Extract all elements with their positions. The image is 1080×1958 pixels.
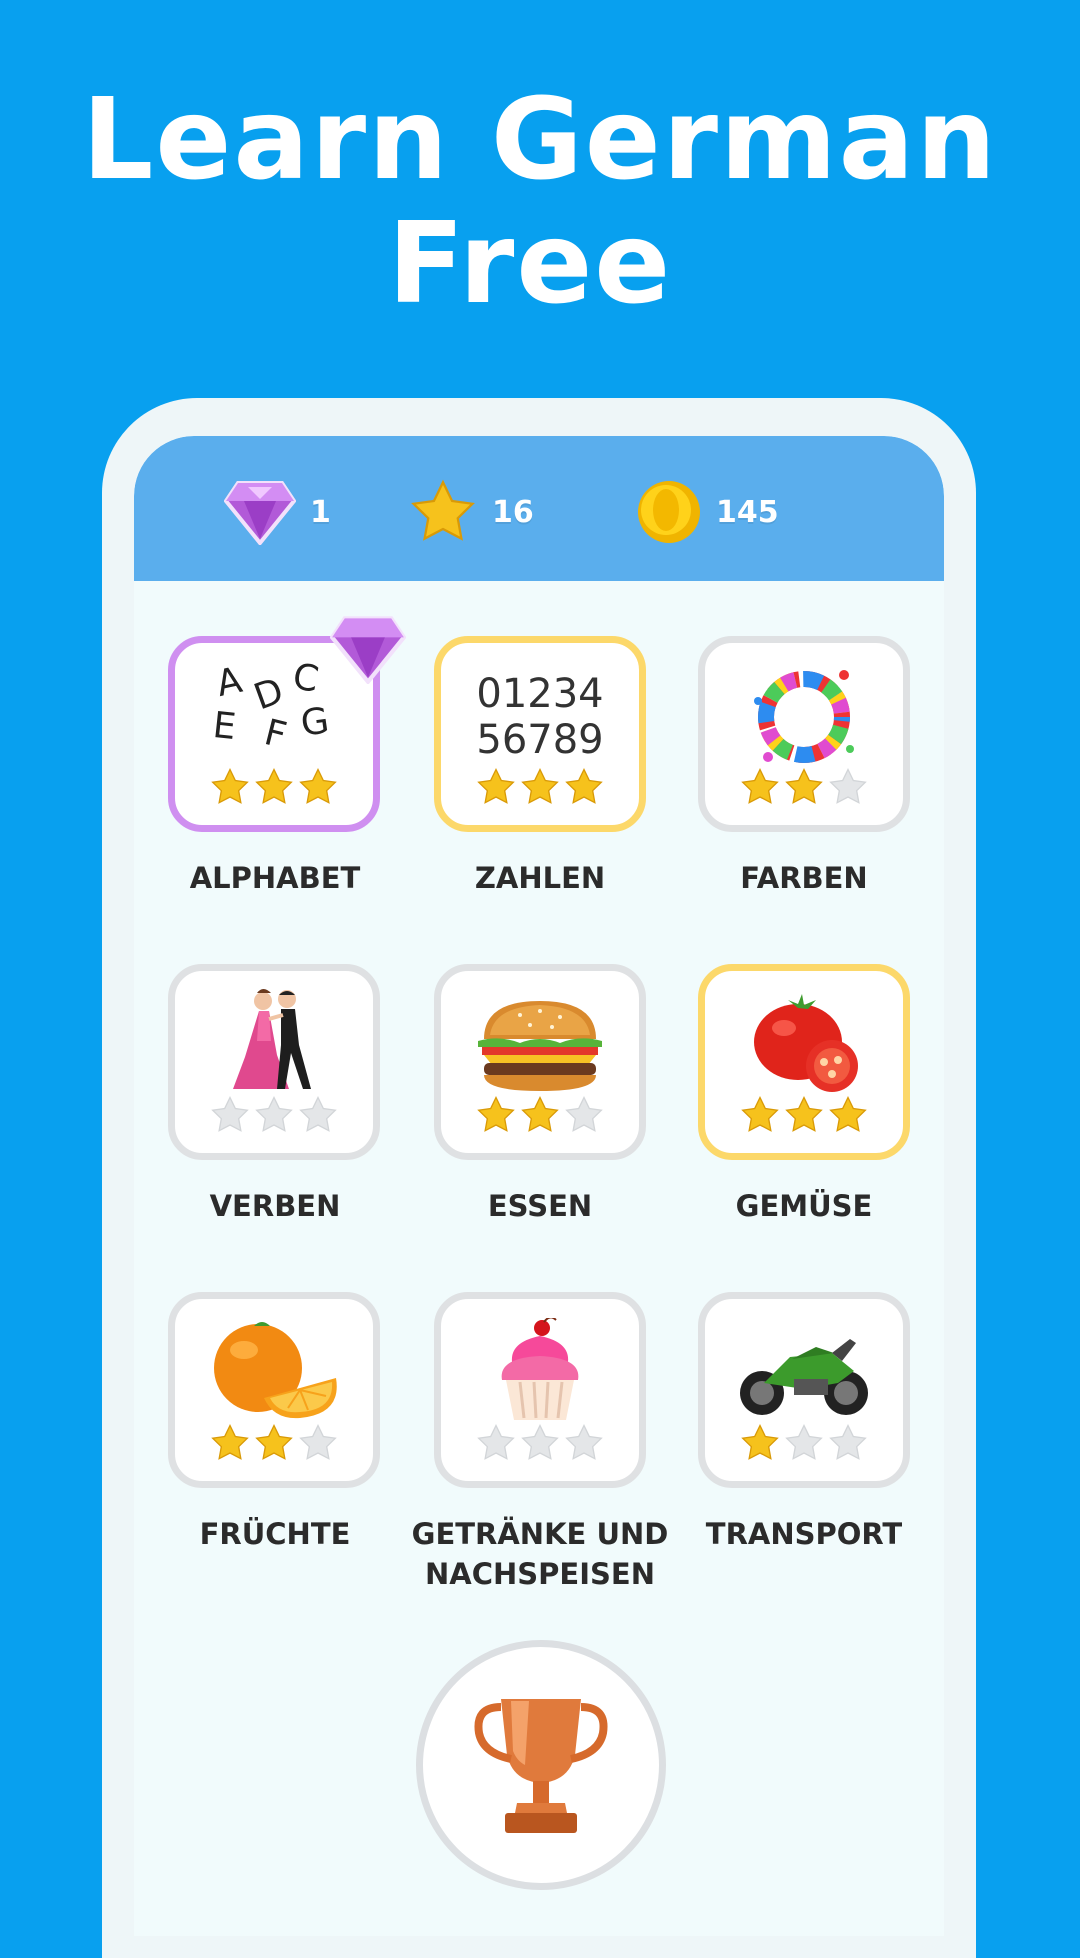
category-tile-fruechte[interactable] <box>168 1292 380 1488</box>
star-empty-icon <box>829 767 867 804</box>
star-empty-icon <box>255 1095 293 1132</box>
star-empty-icon <box>565 1423 603 1460</box>
letter: G <box>298 700 332 745</box>
star-rating <box>175 1095 373 1135</box>
numbers-line-2: 56789 <box>476 717 604 763</box>
category-label-line-2: NACHSPEISEN <box>425 1557 655 1591</box>
star-filled-icon <box>785 767 823 804</box>
headline-line-2: Free <box>387 199 673 329</box>
trophy-button[interactable] <box>416 1640 666 1890</box>
art-area <box>175 985 373 1105</box>
diamond-icon <box>224 481 296 545</box>
category-label-line-1: GETRÄNKE UND <box>411 1517 669 1551</box>
art-area <box>175 1313 373 1433</box>
star-icon <box>411 479 475 541</box>
star-filled-icon <box>829 1095 867 1132</box>
stars-stat: 16 <box>408 476 534 548</box>
category-label-alphabet: ALPHABET <box>189 861 361 895</box>
category-label-essen: ESSEN <box>487 1189 593 1223</box>
star-filled-icon <box>741 1423 779 1460</box>
star-filled-icon <box>521 1095 559 1132</box>
star-filled-icon <box>521 767 559 804</box>
app-screen: 1 16 145 A D C E F G ALPHABET 01234 5678… <box>134 436 944 1936</box>
category-label-fruechte: FRÜCHTE <box>199 1517 351 1551</box>
star-rating <box>441 767 639 807</box>
coins-stat: 145 <box>636 476 779 548</box>
star-rating <box>705 1423 903 1463</box>
star-rating <box>175 767 373 807</box>
star-rating <box>705 1095 903 1135</box>
art-area <box>441 985 639 1105</box>
category-label-verben: VERBEN <box>209 1189 341 1223</box>
coins-count: 145 <box>716 494 779 530</box>
star-filled-icon <box>255 1423 293 1460</box>
category-label-gemuese: GEMÜSE <box>735 1189 873 1223</box>
star-filled-icon <box>211 1423 249 1460</box>
star-rating <box>441 1423 639 1463</box>
category-tile-transport[interactable] <box>698 1292 910 1488</box>
art-area <box>705 985 903 1105</box>
gems-stat: 1 <box>224 476 331 548</box>
category-label-transport: TRANSPORT <box>705 1517 903 1551</box>
letter: A <box>213 659 246 706</box>
category-tile-verben[interactable] <box>168 964 380 1160</box>
category-tile-gemuese[interactable] <box>698 964 910 1160</box>
star-rating <box>175 1423 373 1463</box>
trophy-icon <box>474 1699 608 1833</box>
letter: C <box>289 656 322 701</box>
category-label-getraenke: GETRÄNKE UND NACHSPEISEN <box>405 1514 675 1594</box>
star-filled-icon <box>299 767 337 804</box>
star-empty-icon <box>299 1095 337 1132</box>
category-label-zahlen: ZAHLEN <box>474 861 606 895</box>
coin-icon <box>638 481 700 543</box>
numbers-art: 01234 56789 <box>441 657 639 777</box>
art-area <box>705 657 903 777</box>
star-empty-icon <box>785 1423 823 1460</box>
star-filled-icon <box>565 767 603 804</box>
star-empty-icon <box>829 1423 867 1460</box>
numbers-line-1: 01234 <box>476 671 604 717</box>
art-area <box>441 1313 639 1433</box>
star-rating <box>441 1095 639 1135</box>
dancers-icon <box>233 989 311 1089</box>
orange-icon <box>214 1322 337 1419</box>
star-filled-icon <box>741 767 779 804</box>
star-filled-icon <box>211 767 249 804</box>
category-tile-essen[interactable] <box>434 964 646 1160</box>
star-filled-icon <box>785 1095 823 1132</box>
gems-count: 1 <box>310 494 331 530</box>
letter: F <box>260 712 291 757</box>
burger-icon <box>478 1001 602 1091</box>
star-empty-icon <box>521 1423 559 1460</box>
star-filled-icon <box>477 767 515 804</box>
stats-bar: 1 16 145 <box>134 436 944 581</box>
star-filled-icon <box>741 1095 779 1132</box>
letter: D <box>248 670 289 719</box>
paint-splash-icon <box>754 670 854 763</box>
star-empty-icon <box>565 1095 603 1132</box>
star-rating <box>705 767 903 807</box>
category-tile-getraenke[interactable] <box>434 1292 646 1488</box>
category-tile-zahlen[interactable]: 01234 56789 <box>434 636 646 832</box>
star-filled-icon <box>255 767 293 804</box>
headline: Learn German Free <box>0 78 1080 326</box>
headline-line-1: Learn German <box>81 75 998 205</box>
art-area <box>705 1313 903 1433</box>
cupcake-icon <box>501 1318 579 1420</box>
star-empty-icon <box>477 1423 515 1460</box>
category-label-farben: FARBEN <box>740 861 868 895</box>
letter: E <box>210 704 238 749</box>
motorcycle-icon <box>740 1339 868 1415</box>
star-empty-icon <box>211 1095 249 1132</box>
diamond-badge-icon <box>330 616 406 684</box>
tomato-icon <box>754 994 858 1092</box>
star-filled-icon <box>477 1095 515 1132</box>
stars-count: 16 <box>492 494 534 530</box>
category-tile-farben[interactable] <box>698 636 910 832</box>
star-empty-icon <box>299 1423 337 1460</box>
